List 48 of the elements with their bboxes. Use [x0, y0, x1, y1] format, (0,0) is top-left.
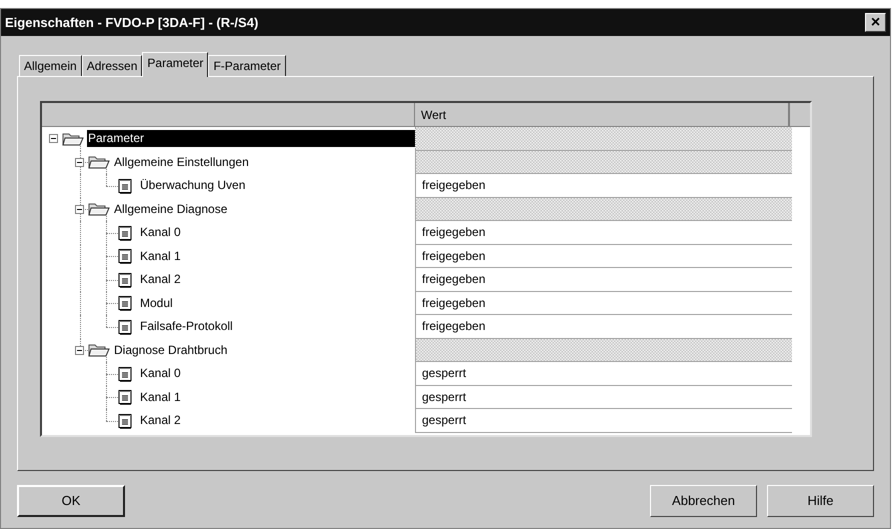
value-cell[interactable]: freigegeben: [415, 221, 792, 244]
tree-item-label[interactable]: Kanal 1: [139, 388, 182, 406]
tree-item-label[interactable]: Modul: [139, 294, 174, 312]
tree-item-label[interactable]: Allgemeine Einstellungen: [113, 154, 250, 171]
document-icon: [117, 295, 133, 312]
ok-button[interactable]: OK: [17, 485, 125, 517]
tree-item-label[interactable]: Kanal 0: [139, 224, 182, 242]
close-button[interactable]: ×: [865, 13, 886, 32]
document-icon: [117, 412, 133, 429]
tree-item-label[interactable]: Diagnose Drahtbruch: [113, 342, 228, 359]
tab[interactable]: Adressen: [82, 55, 142, 76]
value-cell[interactable]: gesperrt: [415, 409, 792, 432]
document-icon: [117, 248, 133, 264]
tab[interactable]: Parameter: [142, 52, 208, 77]
collapse-button[interactable]: [49, 134, 58, 144]
collapse-button[interactable]: [75, 346, 84, 355]
value-cell[interactable]: freigegeben: [415, 268, 792, 292]
document-icon: [117, 178, 133, 194]
window-title: Eigenschaften - FVDO-P [3DA-F] - (R-/S4): [5, 14, 258, 32]
folder-icon: [88, 342, 110, 358]
tree-item-label[interactable]: Kanal 2: [139, 271, 182, 288]
value-cell[interactable]: freigegeben: [415, 315, 792, 338]
tree-item-label[interactable]: Kanal 1: [139, 248, 182, 265]
tree-item-label[interactable]: Kanal 2: [139, 412, 182, 430]
tree-item-label[interactable]: Failsafe-Protokoll: [139, 318, 234, 336]
value-cell[interactable]: freigegeben: [415, 292, 792, 315]
value-cell[interactable]: gesperrt: [415, 386, 792, 409]
dialog-button[interactable]: Hilfe: [767, 485, 874, 517]
collapse-button[interactable]: [75, 204, 84, 214]
value-cell[interactable]: gesperrt: [415, 362, 792, 386]
tab[interactable]: Allgemein: [19, 55, 82, 76]
value-cell[interactable]: freigegeben: [415, 244, 792, 268]
tree-item-label[interactable]: Allgemeine Diagnose: [113, 200, 228, 218]
document-icon: [117, 389, 133, 406]
folder-icon: [62, 130, 84, 147]
collapse-button[interactable]: [75, 158, 84, 167]
tab[interactable]: F-Parameter: [208, 55, 286, 76]
document-icon: [117, 318, 133, 335]
folder-icon: [88, 154, 110, 170]
document-icon: [117, 272, 133, 288]
folder-icon: [88, 201, 110, 218]
tree-item-label[interactable]: Überwachung Uven: [139, 177, 246, 194]
tree-item-label[interactable]: Kanal 0: [139, 365, 182, 382]
dialog-button[interactable]: Abbrechen: [650, 485, 757, 517]
value-cell[interactable]: freigegeben: [415, 174, 792, 198]
document-icon: [117, 366, 133, 382]
document-icon: [117, 224, 133, 241]
tree-item-label[interactable]: Parameter: [87, 130, 415, 148]
